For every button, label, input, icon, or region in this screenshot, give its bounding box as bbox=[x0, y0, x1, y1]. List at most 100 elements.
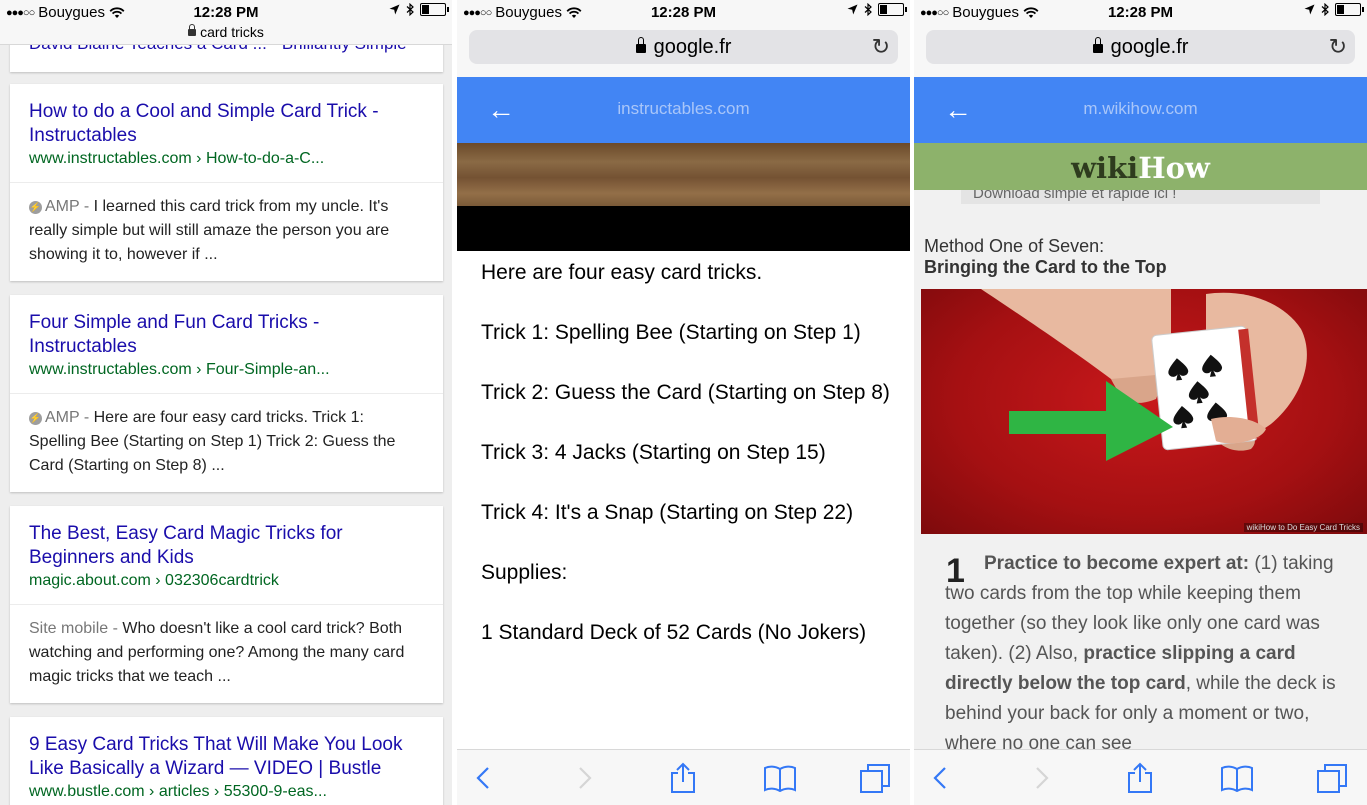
method-label: Method One of Seven: bbox=[924, 236, 1105, 256]
result-card: How to do a Cool and Simple Card Trick -… bbox=[10, 84, 443, 281]
logo-wiki: wiki bbox=[1071, 151, 1139, 185]
browser-toolbar bbox=[914, 749, 1367, 805]
location-arrow-icon bbox=[389, 4, 400, 15]
instructables-amp-panel: ●●●○○ Bouygues 12:28 PM google.fr ↻ ← ins… bbox=[457, 0, 910, 805]
article-paragraph: Here are four easy card tricks. bbox=[481, 261, 763, 284]
amp-domain[interactable]: instructables.com bbox=[457, 99, 910, 119]
article-paragraph: Supplies: bbox=[481, 561, 568, 584]
article-paragraph: Trick 4: It's a Snap (Starting on Step 2… bbox=[481, 501, 854, 524]
status-time: 12:28 PM bbox=[650, 4, 717, 21]
result-card: Four Simple and Fun Card Tricks - Instru… bbox=[10, 295, 443, 492]
article-body: Here are four easy card tricks. Trick 1:… bbox=[481, 258, 894, 678]
result-title-link[interactable]: How to do a Cool and Simple Card Trick -… bbox=[10, 84, 443, 148]
bookmarks-icon bbox=[764, 765, 796, 792]
image-caption: wikiHow to Do Easy Card Tricks bbox=[1243, 523, 1363, 532]
location-arrow-icon bbox=[847, 4, 858, 15]
result-snippet: Site mobile - Who doesn't like a cool ca… bbox=[10, 605, 443, 703]
result-card: The Best, Easy Card Magic Tricks for Beg… bbox=[10, 506, 443, 703]
address-text: google.fr bbox=[653, 36, 732, 58]
result-tag: AMP - bbox=[45, 198, 90, 215]
result-tag: AMP - bbox=[45, 409, 90, 426]
article-paragraph: Trick 2: Guess the Card (Starting on Ste… bbox=[481, 381, 890, 404]
amp-header: ← instructables.com bbox=[457, 77, 910, 143]
method-title: Bringing the Card to the Top bbox=[924, 257, 1167, 277]
reload-icon[interactable]: ↻ bbox=[1329, 34, 1347, 60]
back-button[interactable] bbox=[465, 760, 501, 796]
result-url[interactable]: www.instructables.com › How-to-do-a-C... bbox=[10, 148, 443, 183]
search-query-bar[interactable]: ●●●○○ Bouygues 12:28 PM card tricks bbox=[0, 0, 452, 45]
browser-top-bar: ●●●○○ Bouygues 12:28 PM google.fr ↻ bbox=[457, 0, 910, 77]
bookmarks-button[interactable] bbox=[1219, 760, 1255, 796]
address-text: google.fr bbox=[1110, 36, 1189, 58]
back-button[interactable] bbox=[922, 760, 958, 796]
bluetooth-icon bbox=[864, 3, 872, 16]
share-button[interactable] bbox=[1122, 760, 1158, 796]
amp-lightning-icon: ⚡ bbox=[29, 412, 42, 425]
result-title-link[interactable]: Four Simple and Fun Card Tricks - Instru… bbox=[10, 295, 443, 359]
result-tag: Site mobile - bbox=[29, 620, 118, 637]
step-image: wikiHow to Do Easy Card Tricks bbox=[921, 289, 1367, 534]
result-url[interactable]: www.bustle.com › articles › 55300-9-eas.… bbox=[10, 781, 443, 805]
status-bar: ●●●○○ Bouygues 12:28 PM bbox=[914, 0, 1367, 24]
browser-toolbar bbox=[457, 749, 910, 805]
wikihow-logo[interactable]: wikiHow bbox=[1071, 151, 1210, 185]
wikihow-header: wikiHow bbox=[914, 143, 1367, 190]
battery-icon bbox=[420, 3, 449, 16]
forward-button[interactable] bbox=[567, 760, 603, 796]
tabs-icon bbox=[1317, 764, 1347, 793]
result-url[interactable]: magic.about.com › 032306cardtrick bbox=[10, 570, 443, 605]
download-ad-banner[interactable]: Download simple et rapide ici ! bbox=[961, 190, 1320, 204]
tabs-button[interactable] bbox=[1314, 760, 1350, 796]
tabs-icon bbox=[860, 764, 890, 793]
share-icon bbox=[671, 762, 695, 793]
battery-icon bbox=[1335, 3, 1364, 16]
status-bar: ●●●○○ Bouygues 12:28 PM bbox=[457, 0, 910, 24]
wikihow-amp-panel: ●●●○○ Bouygues 12:28 PM google.fr ↻ ← m.w… bbox=[914, 0, 1367, 805]
lock-icon bbox=[1092, 37, 1103, 53]
tabs-button[interactable] bbox=[857, 760, 893, 796]
google-results-panel: David Blaine Teaches a Card ... - Brilli… bbox=[0, 0, 452, 805]
status-bar: ●●●○○ Bouygues 12:28 PM bbox=[0, 0, 452, 24]
search-query-text: card tricks bbox=[200, 24, 264, 40]
chevron-left-icon bbox=[933, 767, 946, 789]
lock-icon bbox=[188, 24, 197, 36]
hand-holding-card-illustration bbox=[981, 289, 1307, 461]
result-title-link[interactable]: 9 Easy Card Tricks That Will Make You Lo… bbox=[10, 717, 443, 781]
logo-how: How bbox=[1138, 151, 1210, 185]
chevron-right-icon bbox=[1036, 767, 1049, 789]
bluetooth-icon bbox=[406, 3, 414, 16]
forward-button[interactable] bbox=[1024, 760, 1060, 796]
result-url[interactable]: www.instructables.com › Four-Simple-an..… bbox=[10, 359, 443, 394]
result-title-link[interactable]: The Best, Easy Card Magic Tricks for Beg… bbox=[10, 506, 443, 570]
amp-header: ← m.wikihow.com bbox=[914, 77, 1367, 143]
result-snippet: ⚡ AMP - I learned this card trick from my… bbox=[10, 183, 443, 281]
step-bold-1: Practice to become expert at: bbox=[984, 553, 1250, 574]
result-snippet: ⚡ AMP - Here are four easy card tricks. T… bbox=[10, 394, 443, 492]
article-paragraph: 1 Standard Deck of 52 Cards (No Jokers) bbox=[481, 621, 867, 644]
reload-icon[interactable]: ↻ bbox=[872, 34, 890, 60]
address-bar[interactable]: google.fr ↻ bbox=[926, 30, 1355, 64]
amp-domain[interactable]: m.wikihow.com bbox=[914, 99, 1367, 119]
share-button[interactable] bbox=[665, 760, 701, 796]
amp-lightning-icon: ⚡ bbox=[29, 201, 42, 214]
result-card: 9 Easy Card Tricks That Will Make You Lo… bbox=[10, 717, 443, 805]
bookmarks-icon bbox=[1221, 765, 1253, 792]
chevron-right-icon bbox=[579, 767, 592, 789]
wood-image bbox=[457, 143, 910, 206]
status-time: 12:28 PM bbox=[193, 4, 259, 21]
lock-icon bbox=[635, 37, 646, 53]
bluetooth-icon bbox=[1321, 3, 1329, 16]
bookmarks-button[interactable] bbox=[762, 760, 798, 796]
browser-top-bar: ●●●○○ Bouygues 12:28 PM google.fr ↻ bbox=[914, 0, 1367, 77]
address-bar[interactable]: google.fr ↻ bbox=[469, 30, 898, 64]
article-paragraph: Trick 1: Spelling Bee (Starting on Step … bbox=[481, 321, 861, 344]
article-paragraph: Trick 3: 4 Jacks (Starting on Step 15) bbox=[481, 441, 826, 464]
battery-icon bbox=[878, 3, 907, 16]
chevron-left-icon bbox=[476, 767, 489, 789]
location-arrow-icon bbox=[1304, 4, 1315, 15]
image-bottom-band bbox=[457, 206, 910, 251]
share-icon bbox=[1128, 762, 1152, 793]
step-text: Practice to become expert at: (1) taking… bbox=[945, 549, 1345, 759]
status-time: 12:28 PM bbox=[1107, 4, 1174, 21]
download-ad-text: Download simple et rapide ici ! bbox=[973, 190, 1177, 202]
